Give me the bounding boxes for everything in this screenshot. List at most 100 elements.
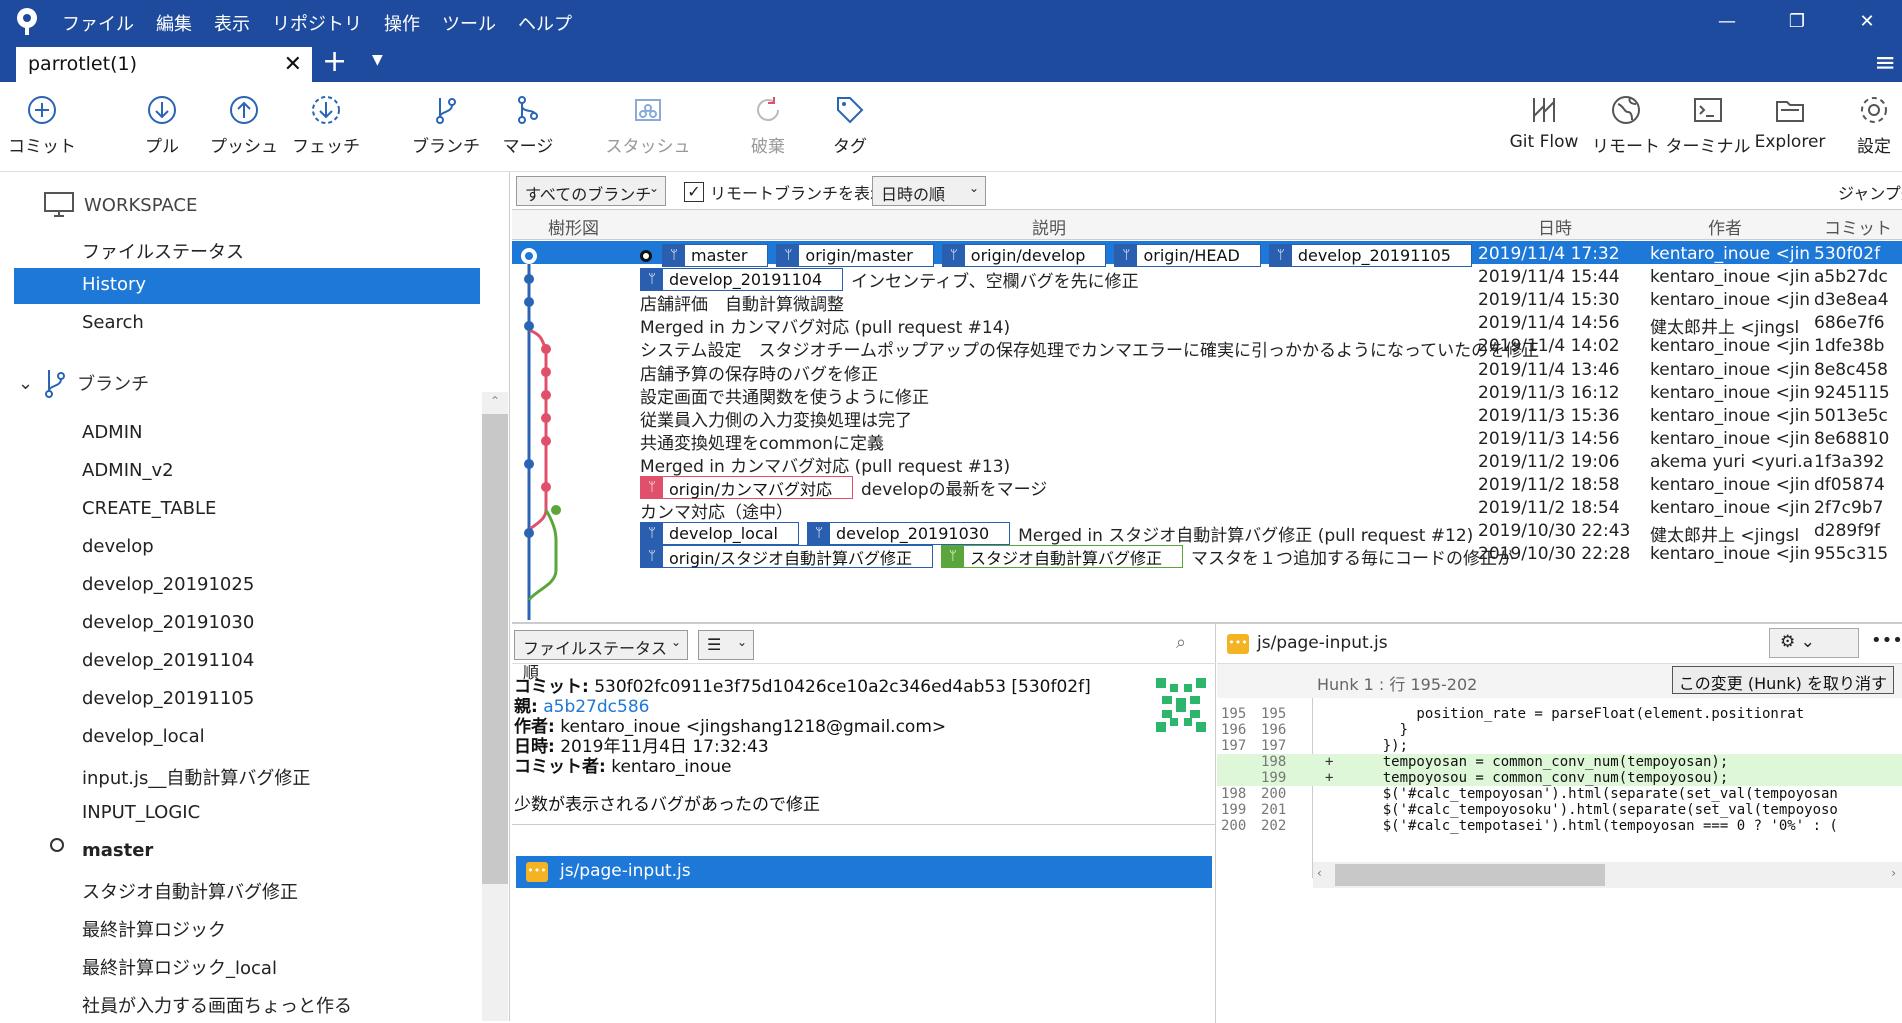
graph-node[interactable] xyxy=(524,321,534,331)
commit-button[interactable]: コミット xyxy=(0,94,90,157)
settings-button[interactable]: 設定 xyxy=(1826,94,1902,157)
menu-tools[interactable]: ツール xyxy=(442,10,496,36)
fetch-button[interactable]: フェッチ xyxy=(278,94,374,157)
sidebar-scroll-thumb[interactable] xyxy=(482,414,508,884)
more-options-icon[interactable]: ••• xyxy=(1871,630,1902,651)
commit-row[interactable]: Merged in カンマバグ対応 (pull request #14) 2019… xyxy=(512,310,1902,338)
committer-value: kentaro_inoue xyxy=(611,757,732,777)
sidebar-item-file-status[interactable]: ファイルステータス xyxy=(14,232,480,268)
hamburger-menu-icon[interactable]: ≡ xyxy=(1874,48,1896,78)
graph-node[interactable] xyxy=(541,367,551,377)
commit-row[interactable]: 従業員入力側の入力変換処理は完了 2019/11/3 15:36 kentaro_i… xyxy=(512,403,1902,431)
commit-row[interactable]: ᛘ origin/カンマバグ対応 developの最新をマージ 2019/11/2 1… xyxy=(512,472,1902,500)
sidebar-scrollbar[interactable]: ⌃ xyxy=(482,392,508,1021)
minimize-icon[interactable]: — xyxy=(1692,0,1762,42)
commit-row[interactable]: ᛘ origin/スタジオ自動計算バグ修正 ᛘ スタジオ自動計算バグ修正 マスタを１つ追… xyxy=(512,541,1902,569)
search-icon[interactable]: ⌕ xyxy=(1176,632,1186,653)
chevron-down-icon[interactable]: ⌄ xyxy=(18,373,33,394)
branch-item-current[interactable]: master xyxy=(82,840,153,861)
graph-node[interactable] xyxy=(541,482,551,492)
chevron-down-icon: ⌄ xyxy=(1800,632,1815,652)
col-description[interactable]: 説明 xyxy=(1032,214,1066,239)
repo-tab[interactable]: parrotlet(1) ✕ xyxy=(16,47,312,83)
graph-node[interactable] xyxy=(524,297,534,307)
menu-help[interactable]: ヘルプ xyxy=(518,10,572,36)
scroll-up-icon[interactable]: ⌃ xyxy=(490,394,500,408)
graph-node[interactable] xyxy=(524,528,534,538)
restore-icon[interactable]: ❐ xyxy=(1762,0,1832,42)
col-date[interactable]: 日時 xyxy=(1538,214,1572,239)
commit-row[interactable]: Merged in カンマバグ対応 (pull request #13) 2019… xyxy=(512,449,1902,477)
menu-repository[interactable]: リポジトリ xyxy=(272,10,362,36)
close-window-icon[interactable]: ✕ xyxy=(1832,0,1902,42)
view-mode-dropdown[interactable]: ☰ ⌄ xyxy=(698,630,754,660)
branch-item[interactable]: develop_20191030 xyxy=(82,612,254,633)
graph-node[interactable] xyxy=(524,274,534,284)
branch-item[interactable]: ADMIN xyxy=(82,422,142,443)
branch-item[interactable]: develop_20191105 xyxy=(82,688,254,709)
graph-node[interactable] xyxy=(541,344,551,354)
show-remote-checkbox[interactable]: ✓ リモートブランチを表示 xyxy=(684,180,886,204)
branch-item[interactable]: 最終計算ロジック xyxy=(82,916,226,942)
menu-actions[interactable]: 操作 xyxy=(384,10,420,36)
branch-item[interactable]: ADMIN_v2 xyxy=(82,460,174,481)
branch-tag[interactable]: ᛘ origin/スタジオ自動計算バグ修正 xyxy=(640,545,933,569)
commit-row[interactable]: ᛘ develop_20191104 インセンティブ、空欄バグを先に修正 2019/1… xyxy=(512,264,1902,292)
menu-view[interactable]: 表示 xyxy=(214,10,250,36)
graph-node[interactable] xyxy=(541,436,551,446)
branch-item[interactable]: input.js__自動計算バグ修正 xyxy=(82,764,310,790)
tag-button[interactable]: タグ xyxy=(802,94,898,157)
scroll-left-icon[interactable]: ‹ xyxy=(1317,866,1322,880)
menu-edit[interactable]: 編集 xyxy=(156,10,192,36)
commit-row[interactable]: 設定画面で共通関数を使うように修正 2019/11/3 16:12 kentaro_… xyxy=(512,380,1902,408)
graph-node[interactable] xyxy=(541,390,551,400)
branch-item[interactable]: develop_local xyxy=(82,726,205,747)
branch-item[interactable]: CREATE_TABLE xyxy=(82,498,216,519)
checkbox-checked-icon[interactable]: ✓ xyxy=(684,182,704,202)
col-author[interactable]: 作者 xyxy=(1708,214,1742,239)
col-commit[interactable]: コミット xyxy=(1824,214,1892,239)
commit-row[interactable]: 店舗予算の保存時のバグを修正 2019/11/4 13:46 kentaro_ino… xyxy=(512,357,1902,385)
commit-row[interactable]: 店舗評価 自動計算微調整 2019/11/4 15:30 kentaro_inoue… xyxy=(512,287,1902,315)
sidebar-item-search[interactable]: Search xyxy=(14,306,480,342)
tab-dropdown-icon[interactable]: ▼ xyxy=(372,52,383,68)
merge-button[interactable]: マージ xyxy=(480,94,576,157)
branch-item[interactable]: INPUT_LOGIC xyxy=(82,802,200,823)
scroll-right-icon[interactable]: › xyxy=(1891,866,1896,880)
graph-node[interactable] xyxy=(524,459,534,469)
new-tab-icon[interactable]: + xyxy=(322,44,347,79)
close-tab-icon[interactable]: ✕ xyxy=(284,52,302,77)
changed-file-row[interactable]: ••• js/page-input.js xyxy=(516,856,1212,888)
branch-filter-dropdown[interactable]: すべてのブランチ ⌄ xyxy=(516,176,666,206)
col-graph[interactable]: 樹形図 xyxy=(548,214,599,239)
branch-item[interactable]: develop xyxy=(82,536,154,557)
sort-order-dropdown[interactable]: 日時の順 ⌄ xyxy=(872,176,986,206)
branch-item[interactable]: develop_20191025 xyxy=(82,574,254,595)
commit-row[interactable]: ᛘ develop_local ᛘ develop_20191030 Merged in… xyxy=(512,518,1902,546)
stash-button[interactable]: スタッシュ xyxy=(600,94,696,157)
diff-scroll-thumb[interactable] xyxy=(1335,864,1605,886)
explorer-button[interactable]: Explorer xyxy=(1742,94,1838,152)
commit-row[interactable]: 共通変換処理をcommonに定義 2019/11/3 14:56 kentaro_i… xyxy=(512,426,1902,454)
commit-row[interactable]: カンマ対応（途中） 2019/11/2 18:54 kentaro_inoue <j… xyxy=(512,495,1902,523)
jump-to-label[interactable]: ジャンプ先 xyxy=(1838,180,1902,204)
branch-item[interactable]: develop_20191104 xyxy=(82,650,254,671)
discard-hunk-button[interactable]: この変更 (Hunk) を取り消す xyxy=(1671,666,1894,694)
graph-node-head-inner xyxy=(525,252,533,260)
menu-file[interactable]: ファイル xyxy=(62,10,134,36)
diff-options-dropdown[interactable]: ⚙ ⌄ xyxy=(1769,628,1859,658)
branch-tag[interactable]: ᛘ スタジオ自動計算バグ修正 xyxy=(940,545,1183,569)
sidebar-item-history[interactable]: History xyxy=(14,268,480,304)
branch-item[interactable]: 社員が入力する画面ちょっと作る xyxy=(82,992,352,1018)
branches-header[interactable]: ⌄ ブランチ xyxy=(18,368,149,398)
diff-horizontal-scrollbar[interactable]: ‹ › xyxy=(1313,862,1902,888)
graph-node[interactable] xyxy=(541,413,551,423)
tab-bar: parrotlet(1) ✕ + ▼ ≡ xyxy=(0,42,1902,83)
commit-row[interactable]: システム設定 スタジオチームポップアップの保存処理でカンマエラーに確実に引っかか… xyxy=(512,333,1902,361)
branch-item[interactable]: 最終計算ロジック_local xyxy=(82,954,277,980)
commit-row[interactable]: ᛘ master ᛘ origin/master ᛘ origin/develop ᛘ ori… xyxy=(512,241,1902,267)
file-sort-dropdown[interactable]: ファイルステータス順 ⌄ xyxy=(514,630,688,682)
graph-node[interactable] xyxy=(551,505,561,515)
branch-item[interactable]: スタジオ自動計算バグ修正 xyxy=(82,878,298,904)
commit-list[interactable]: ᛘ master ᛘ origin/master ᛘ origin/develop ᛘ ori… xyxy=(512,240,1902,620)
